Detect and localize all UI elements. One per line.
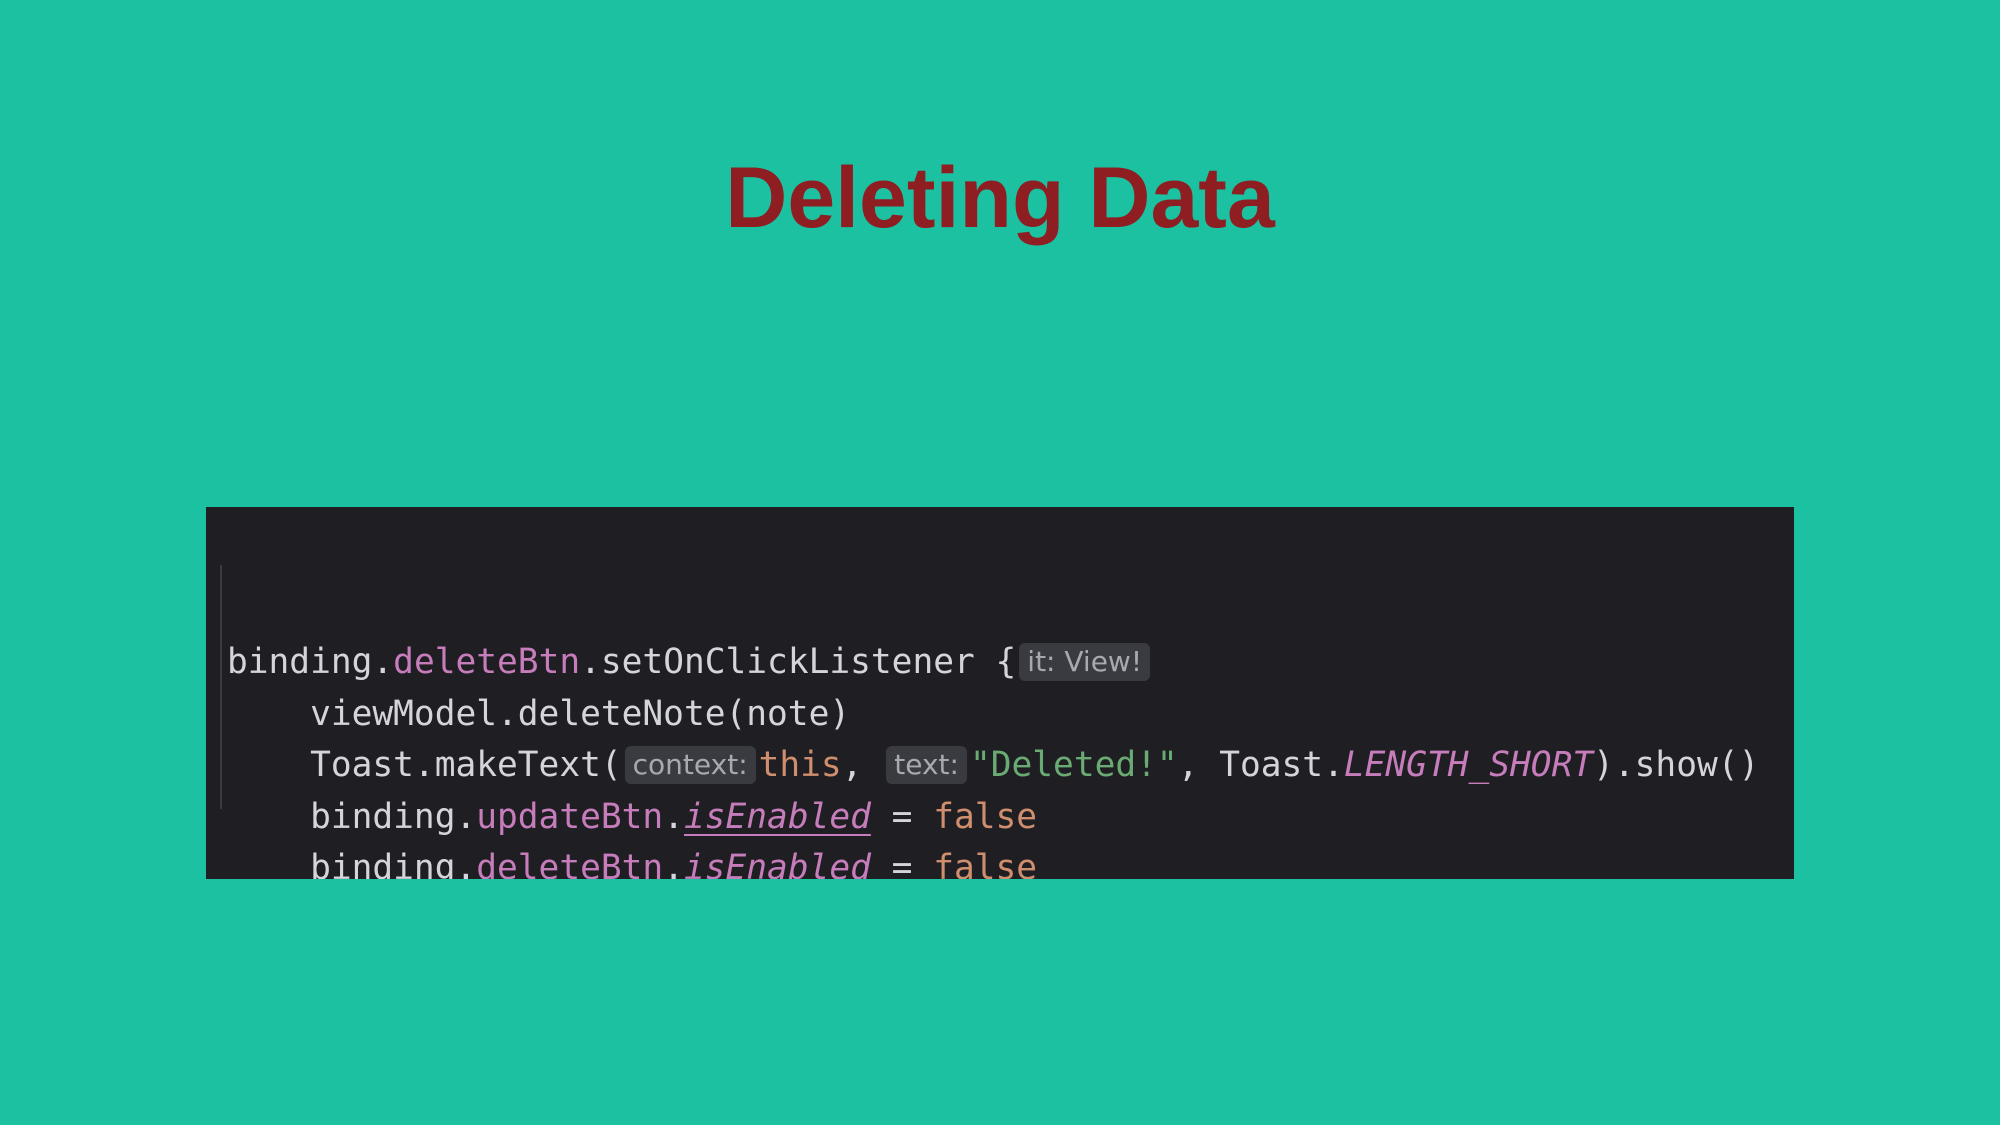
code-token: , xyxy=(841,745,884,785)
code-token: viewModel.deleteNote(note) xyxy=(227,693,851,734)
code-property-token: isEnabled xyxy=(683,848,871,879)
code-property-token: isEnabled xyxy=(683,796,871,837)
code-token: binding. xyxy=(227,848,477,879)
code-member-token: updateBtn xyxy=(476,796,664,837)
slide-background: Deleting Data binding.deleteBtn.setOnCli… xyxy=(0,0,2000,1125)
code-token: = xyxy=(870,848,934,879)
code-token: . xyxy=(663,796,684,837)
code-token: .setOnClickListener { xyxy=(580,642,1017,682)
code-token: binding. xyxy=(227,642,394,682)
code-line: viewModel.deleteNote(note) xyxy=(227,689,1794,741)
parameter-hint: context: xyxy=(624,746,756,784)
code-token: , Toast. xyxy=(1177,745,1344,785)
code-token: . xyxy=(663,848,684,879)
code-keyword-token: false xyxy=(933,796,1038,837)
code-keyword-token: this xyxy=(758,745,842,785)
parameter-hint: it: View! xyxy=(1019,643,1151,681)
code-lines: binding.deleteBtn.setOnClickListener {it… xyxy=(227,637,1794,879)
slide-title: Deleting Data xyxy=(725,150,1275,246)
code-block: binding.deleteBtn.setOnClickListener {it… xyxy=(206,507,1794,879)
code-token: ).show() xyxy=(1593,745,1760,785)
code-line: binding.updateBtn.isEnabled = false xyxy=(227,792,1794,844)
code-constant-token: LENGTH_SHORT xyxy=(1343,745,1594,785)
code-member-token: deleteBtn xyxy=(476,848,664,879)
code-token: binding. xyxy=(227,796,477,837)
code-string-token: "Deleted!" xyxy=(969,745,1178,785)
code-token: = xyxy=(870,796,934,837)
code-token: Toast.makeText( xyxy=(227,745,622,785)
code-line: Toast.makeText(context: this, text: "Delet… xyxy=(227,740,1794,792)
code-line: binding.deleteBtn.setOnClickListener {it… xyxy=(227,637,1794,689)
code-member-token: deleteBtn xyxy=(393,642,581,682)
parameter-hint: text: xyxy=(886,746,967,784)
code-keyword-token: false xyxy=(933,848,1038,879)
indent-guide xyxy=(220,565,222,809)
code-line: binding.deleteBtn.isEnabled = false xyxy=(227,843,1794,879)
